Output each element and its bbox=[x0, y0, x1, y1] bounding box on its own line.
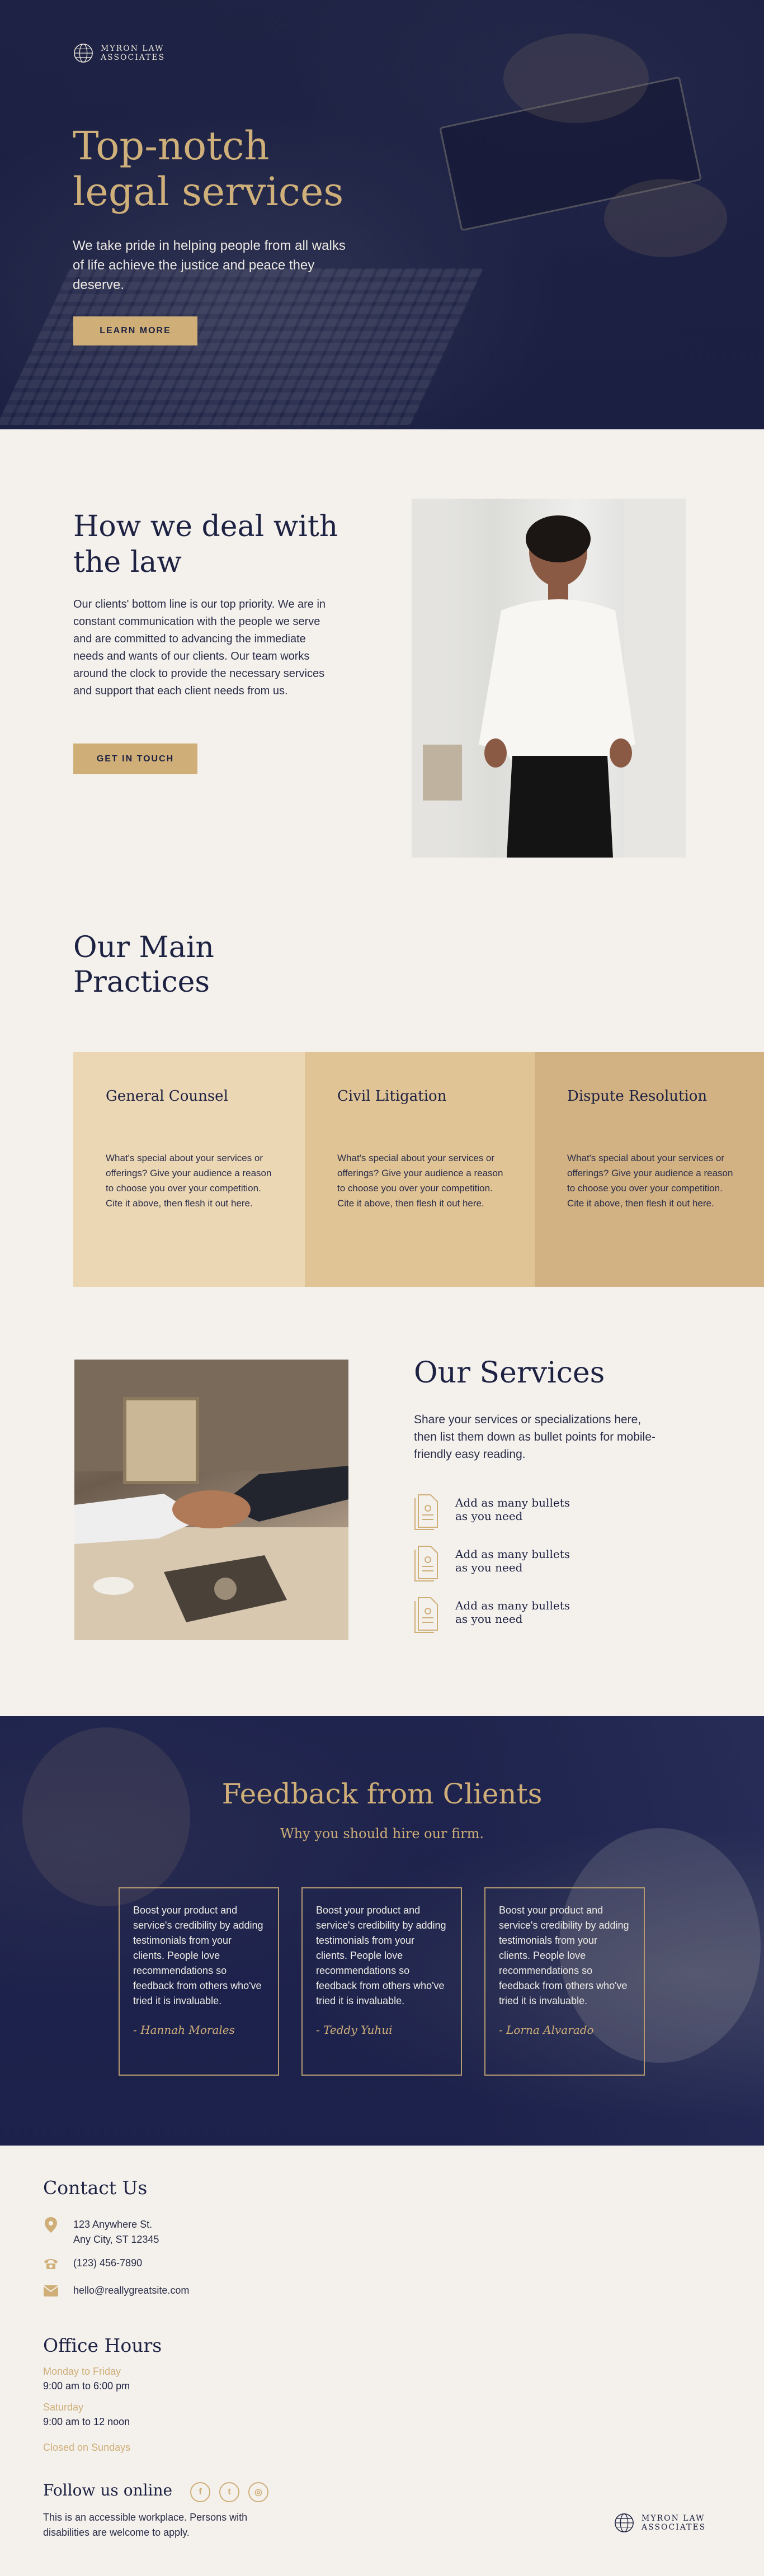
weekday-label: Monday to Friday bbox=[43, 2366, 121, 2377]
phone-icon bbox=[43, 2256, 59, 2271]
saturday-hours: 9:00 am to 12 noon bbox=[43, 2416, 130, 2427]
brand-name: MYRON LAW ASSOCIATES bbox=[642, 2514, 706, 2532]
feedback-section: Feedback from Clients Why you should hir… bbox=[0, 1716, 764, 2146]
feedback-subtitle: Why you should hire our firm. bbox=[280, 1826, 484, 1841]
document-icon bbox=[414, 1597, 438, 1633]
hero-subtitle: We take pride in helping people from all… bbox=[73, 238, 346, 292]
sunday-closed: Closed on Sundays bbox=[43, 2442, 131, 2453]
practice-description: What's special about your services or of… bbox=[106, 1153, 272, 1209]
office-hours-title: Office Hours bbox=[43, 2334, 162, 2356]
practice-name: Civil Litigation bbox=[337, 1088, 447, 1105]
brand-name-line1: MYRON LAW bbox=[642, 2514, 705, 2523]
twitter-icon[interactable]: t bbox=[219, 2482, 239, 2502]
brand-name-line1: MYRON LAW bbox=[101, 44, 164, 53]
service-bullet-text: Add as many bullets as you need bbox=[455, 1496, 570, 1523]
service-bullet-line2: as you need bbox=[455, 1561, 523, 1574]
approach-body: Our clients' bottom line is our top prio… bbox=[73, 598, 326, 697]
accessibility-statement: This is an accessible workplace. Persons… bbox=[43, 2512, 248, 2538]
address-line2: Any City, ST 12345 bbox=[73, 2234, 159, 2245]
approach-title: How we deal with the law bbox=[73, 510, 338, 579]
service-bullet: Add as many bullets as you need bbox=[414, 1545, 570, 1582]
facebook-icon[interactable]: f bbox=[190, 2482, 210, 2502]
footer-logo[interactable]: MYRON LAW ASSOCIATES bbox=[614, 2512, 706, 2534]
services-title: Our Services bbox=[414, 1356, 605, 1390]
brand-name: MYRON LAW ASSOCIATES bbox=[101, 44, 165, 62]
practices-title: Our Main Practices bbox=[73, 931, 214, 999]
service-bullet-line2: as you need bbox=[455, 1509, 523, 1523]
address-line1: 123 Anywhere St. bbox=[73, 2219, 153, 2230]
handshake-scene bbox=[74, 1360, 348, 1640]
practice-description: What's special about your services or of… bbox=[337, 1153, 503, 1209]
contact-email[interactable]: hello@reallygreatsite.com bbox=[43, 2283, 189, 2299]
service-bullet-line1: Add as many bullets bbox=[455, 1599, 570, 1612]
globe-logo-icon bbox=[615, 2513, 634, 2532]
practice-name: Dispute Resolution bbox=[567, 1088, 708, 1105]
contact-address: 123 Anywhere St. Any City, ST 12345 bbox=[43, 2217, 159, 2247]
phone-number: (123) 456-7890 bbox=[73, 2257, 143, 2269]
service-bullet-line1: Add as many bullets bbox=[455, 1547, 570, 1561]
service-bullet: Add as many bullets as you need bbox=[414, 1597, 570, 1633]
service-bullet-text: Add as many bullets as you need bbox=[455, 1547, 570, 1574]
practice-card-dispute-resolution[interactable]: Dispute Resolution What's special about … bbox=[535, 1052, 764, 1287]
services-intro: Share your services or specializations h… bbox=[414, 1413, 655, 1461]
saturday-label: Saturday bbox=[43, 2402, 84, 2413]
brand-name-line2: ASSOCIATES bbox=[642, 2523, 706, 2532]
instagram-icon[interactable]: ◎ bbox=[248, 2482, 268, 2502]
testimonial-card: Boost your product and service's credibi… bbox=[301, 1887, 462, 2076]
lawyer-figure bbox=[412, 499, 686, 858]
mail-icon bbox=[43, 2283, 59, 2299]
practice-card-general-counsel[interactable]: General Counsel What's special about you… bbox=[73, 1052, 305, 1287]
practice-description: What's special about your services or of… bbox=[567, 1153, 733, 1209]
follow-us-title: Follow us online bbox=[43, 2481, 173, 2499]
testimonial-author: - Teddy Yuhui bbox=[316, 2023, 393, 2037]
practice-name: General Counsel bbox=[106, 1088, 228, 1105]
brand-name-line2: ASSOCIATES bbox=[101, 53, 166, 62]
service-bullet-text: Add as many bullets as you need bbox=[455, 1599, 570, 1626]
email-address: hello@reallygreatsite.com bbox=[73, 2285, 190, 2296]
feedback-title: Feedback from Clients bbox=[221, 1778, 543, 1810]
location-pin-icon bbox=[43, 2217, 59, 2233]
service-bullet-line1: Add as many bullets bbox=[455, 1496, 570, 1509]
service-bullet: Add as many bullets as you need bbox=[414, 1494, 570, 1531]
service-bullet-line2: as you need bbox=[455, 1612, 523, 1626]
contact-title: Contact Us bbox=[43, 2177, 148, 2199]
testimonial-card: Boost your product and service's credibi… bbox=[484, 1887, 645, 2076]
document-icon bbox=[414, 1494, 438, 1530]
get-in-touch-button[interactable]: GET IN TOUCH bbox=[73, 744, 197, 774]
contact-phone[interactable]: (123) 456-7890 bbox=[43, 2256, 142, 2271]
weekday-hours: 9:00 am to 6:00 pm bbox=[43, 2380, 130, 2392]
testimonial-text: Boost your product and service's credibi… bbox=[133, 1905, 263, 2006]
testimonial-card: Boost your product and service's credibi… bbox=[119, 1887, 279, 2076]
document-icon bbox=[414, 1546, 438, 1581]
learn-more-button[interactable]: LEARN MORE bbox=[73, 316, 197, 345]
hero-section: MYRON LAW ASSOCIATES Top-notch legal ser… bbox=[0, 0, 764, 429]
hero-hand-image bbox=[604, 179, 727, 257]
globe-logo-icon bbox=[74, 44, 93, 63]
handshake-image bbox=[74, 1360, 348, 1640]
practice-card-civil-litigation[interactable]: Civil Litigation What's special about yo… bbox=[305, 1052, 535, 1287]
testimonial-text: Boost your product and service's credibi… bbox=[499, 1905, 629, 2006]
testimonial-author: - Hannah Morales bbox=[133, 2023, 235, 2037]
feedback-background-person bbox=[22, 1727, 190, 1906]
hero-title: Top-notch legal services bbox=[73, 123, 344, 215]
testimonial-text: Boost your product and service's credibi… bbox=[316, 1905, 446, 2006]
testimonial-author: - Lorna Alvarado bbox=[499, 2023, 594, 2037]
lawyer-portrait-image bbox=[412, 499, 686, 858]
header-logo[interactable]: MYRON LAW ASSOCIATES bbox=[73, 42, 165, 64]
hero-hand-image bbox=[503, 34, 649, 123]
